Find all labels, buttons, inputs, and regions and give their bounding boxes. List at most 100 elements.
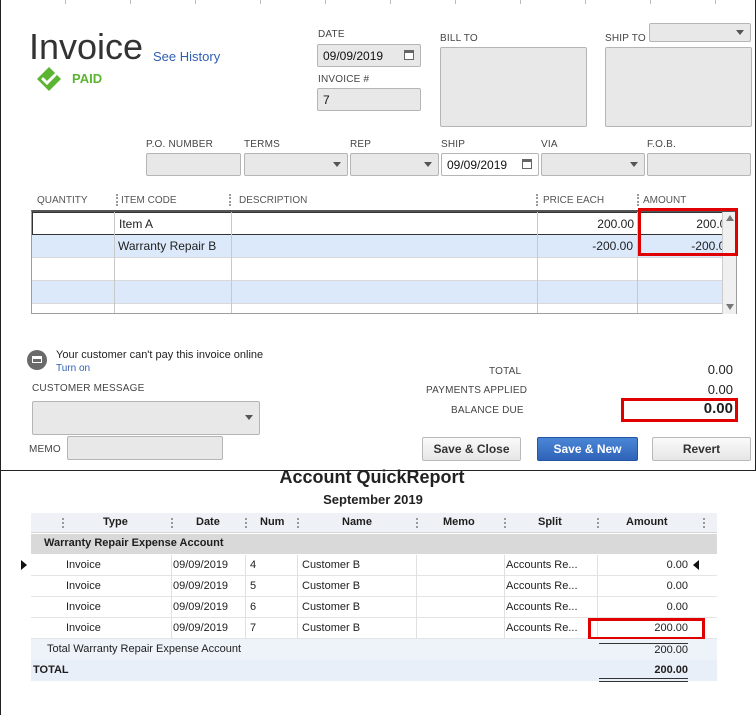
chevron-down-icon [424,162,432,167]
total-row: TOTAL 200.00 [31,660,717,682]
subtotal-label: Total Warranty Repair Expense Account [47,643,242,655]
col-memo: Memo [443,516,475,528]
line-row[interactable]: Warranty Repair B -200.00 -200.00 [32,235,736,258]
invoice-title: Invoice [29,26,144,67]
row-type: Invoice [66,622,101,634]
line-items-grid: Item A 200.00 200.00 Warranty Repair B -… [31,210,737,314]
payments-applied-value: 0.00 [707,382,733,397]
col-sep [297,518,299,528]
ship-to-label: SHIP TO [605,33,646,44]
report-row[interactable]: Invoice 09/09/2019 5 Customer B Accounts… [31,576,717,597]
chevron-down-icon [736,30,744,35]
row-split: Accounts Re... [506,622,578,634]
bill-to-label: BILL TO [440,33,478,44]
line-qty[interactable] [33,213,115,235]
col-sep [504,518,506,528]
row-date: 09/09/2019 [173,601,229,613]
row-name: Customer B [302,601,361,613]
terms-dropdown[interactable] [244,153,348,176]
col-num: Num [260,516,285,528]
group-label: Warranty Repair Expense Account [44,537,224,549]
subtotal-row: Total Warranty Repair Expense Account 20… [31,639,717,660]
chevron-down-icon [333,162,341,167]
line-price[interactable]: 200.00 [538,213,638,235]
row-date: 09/09/2019 [173,580,229,592]
memo-field[interactable] [67,436,223,460]
ship-to-dropdown[interactable] [649,23,751,42]
turn-on-link[interactable]: Turn on [56,363,90,374]
col-date: Date [196,516,220,528]
line-desc[interactable] [231,235,536,257]
line-desc[interactable] [232,213,537,235]
row-name: Customer B [302,559,361,571]
line-price[interactable]: -200.00 [537,235,637,257]
po-field[interactable] [146,153,241,176]
col-sep [416,518,418,528]
row-amount: 0.00 [666,559,688,571]
col-divider [114,212,115,313]
col-sep [62,518,64,528]
row-amount: 0.00 [666,580,688,592]
col-quantity: QUANTITY [37,195,88,206]
line-item[interactable]: Item A [115,213,232,235]
bill-to-field[interactable] [440,47,587,127]
save-new-button[interactable]: Save & New [537,437,638,461]
report-title: Account QuickReport [279,467,465,487]
chevron-down-icon [630,162,638,167]
invoice-no-value: 7 [323,93,330,107]
row-num: 7 [250,622,257,634]
payments-applied-label: PAYMENTS APPLIED [426,385,528,396]
col-sep [229,194,231,206]
save-close-button[interactable]: Save & Close [422,437,521,461]
invoice-window: Invoice See History PAID DATE 09/09/2019… [0,0,756,471]
customer-message-dropdown[interactable] [32,401,260,435]
ship-label: SHIP [441,139,466,150]
via-dropdown[interactable] [541,153,645,176]
col-sep [597,518,599,528]
report-total-label: TOTAL [33,664,69,676]
scroll-down-arrow-icon[interactable] [726,304,734,310]
col-item-code: ITEM CODE [121,195,177,206]
date-label: DATE [318,29,345,40]
line-item[interactable]: Warranty Repair B [114,235,231,257]
paid-label: PAID [72,71,103,86]
rep-dropdown[interactable] [350,153,439,176]
revert-button[interactable]: Revert [652,437,751,461]
col-description: DESCRIPTION [239,195,308,206]
line-row[interactable]: Item A 200.00 200.00 [32,212,736,235]
row-num: 5 [250,580,257,592]
empty-line-row[interactable] [32,281,736,304]
customer-message-label: CUSTOMER MESSAGE [32,383,145,394]
col-divider [537,212,538,313]
fob-field[interactable] [647,153,751,176]
row-num: 4 [250,559,257,571]
col-price-each: PRICE EACH [543,195,605,206]
top-ruler [1,0,755,4]
row-name: Customer B [302,580,361,592]
date-field[interactable]: 09/09/2019 [317,44,421,67]
amount-highlight-box [638,208,738,256]
balance-highlight-box [621,398,738,422]
col-divider [231,212,232,313]
see-history-link[interactable]: See History [153,49,220,64]
calendar-icon[interactable] [522,159,532,169]
report-row[interactable]: Invoice 09/09/2019 4 Customer B Accounts… [31,555,717,576]
ship-date-field[interactable]: 09/09/2019 [441,153,539,176]
online-payment-msg: Your customer can't pay this invoice onl… [56,349,264,361]
row-type: Invoice [66,580,101,592]
report-row[interactable]: Invoice 09/09/2019 6 Customer B Accounts… [31,597,717,618]
row-type: Invoice [66,559,101,571]
card-icon [27,350,47,370]
grid-header: QUANTITY ITEM CODE DESCRIPTION PRICE EAC… [31,193,737,209]
calendar-icon[interactable] [404,50,414,60]
total-label: TOTAL [489,366,522,377]
invoice-no-field[interactable]: 7 [317,88,421,111]
row-split: Accounts Re... [506,580,578,592]
double-underline [599,678,688,682]
row-type: Invoice [66,601,101,613]
col-sep [171,518,173,528]
col-split: Split [538,516,562,528]
ship-to-field[interactable] [605,47,752,127]
line-qty[interactable] [32,235,114,257]
empty-line-row[interactable] [32,258,736,281]
